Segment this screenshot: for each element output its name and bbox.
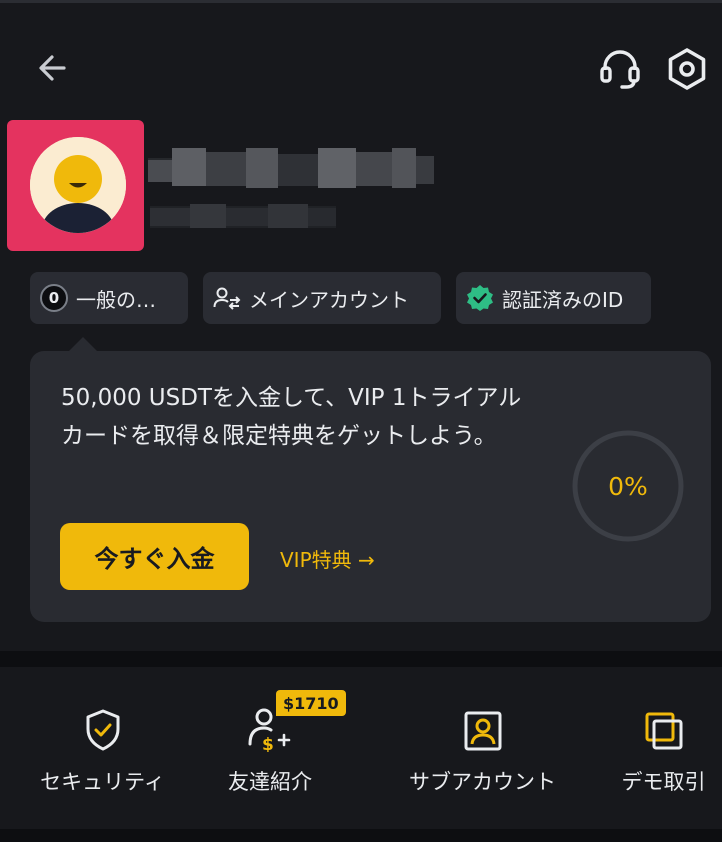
demo-trading-icon: [645, 712, 682, 750]
shield-check-icon: [86, 709, 119, 751]
username-obscured: [148, 148, 434, 188]
headset-icon: [600, 50, 640, 89]
shortcut-security[interactable]: セキュリティ: [30, 690, 175, 800]
shortcut-sub-account[interactable]: サブアカウント: [395, 690, 570, 800]
referral-reward-badge: $1710: [276, 690, 346, 716]
switch-account-icon: [213, 286, 241, 310]
shortcut-label: セキュリティ: [40, 770, 165, 794]
verified-badge-icon: [466, 284, 494, 312]
user-id-obscured: [150, 204, 336, 228]
svg-text:$: $: [262, 735, 274, 752]
level-badge: 0: [40, 284, 68, 312]
settings-button[interactable]: [664, 46, 710, 92]
verified-id-chip[interactable]: 認証済みのID: [456, 272, 651, 324]
arrow-left-icon: [39, 55, 66, 81]
vip-benefits-link[interactable]: VIP特典 →: [280, 544, 375, 573]
account-screen: 0 一般の… メインアカウント 認証済みのID 50,000 USDTを入金して…: [0, 0, 722, 842]
avatar-highlight-frame: [7, 120, 144, 251]
shortcut-label: サブアカウント: [409, 770, 556, 794]
shortcut-label: 友達紹介: [228, 770, 312, 794]
bottom-edge: [0, 829, 722, 842]
avatar[interactable]: [30, 137, 126, 233]
top-edge: [0, 0, 722, 3]
verified-label: 認証済みのID: [502, 287, 624, 312]
sub-account-icon: [464, 711, 501, 751]
progress-percentage: 0%: [608, 471, 648, 501]
account-label: メインアカウント: [249, 287, 409, 312]
level-label: 一般の…: [76, 287, 156, 312]
shortcut-demo-trading[interactable]: デモ取引: [605, 690, 722, 800]
deposit-now-button[interactable]: 今すぐ入金: [60, 523, 249, 590]
support-button[interactable]: [598, 48, 642, 90]
promo-text: 50,000 USDTを入金して、VIP 1トライアルカードを取得＆限定特典をゲ…: [61, 385, 522, 449]
settings-hexagon-icon: [668, 48, 706, 90]
vip-level-chip[interactable]: 0 一般の…: [30, 272, 188, 324]
shortcut-label: デモ取引: [621, 770, 706, 794]
vip-promo-card: 50,000 USDTを入金して、VIP 1トライアルカードを取得＆限定特典をゲ…: [30, 351, 711, 622]
back-button[interactable]: [34, 50, 74, 86]
main-account-chip[interactable]: メインアカウント: [203, 272, 441, 324]
user-avatar-icon: [30, 137, 126, 233]
section-divider: [0, 651, 722, 667]
tooltip-pointer: [68, 337, 98, 352]
